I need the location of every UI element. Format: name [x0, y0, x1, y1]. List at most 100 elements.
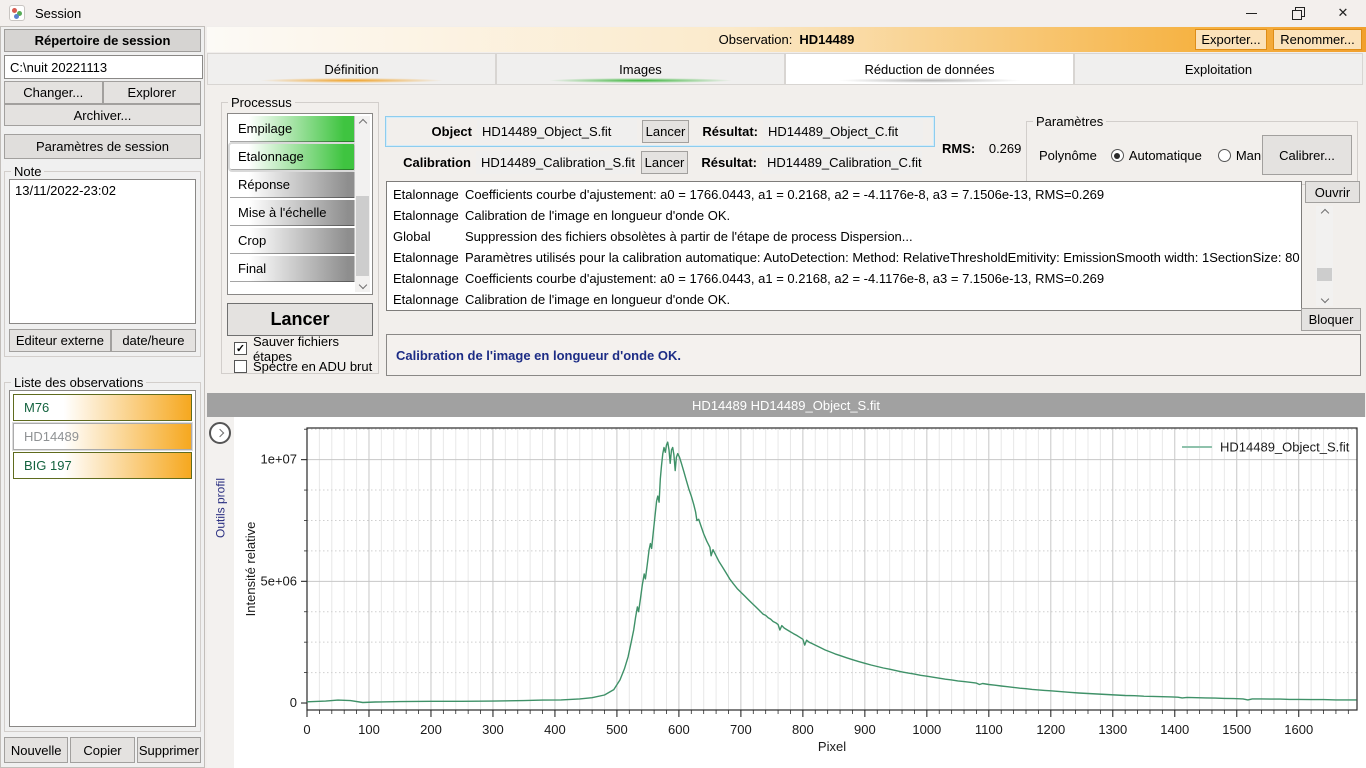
svg-text:0: 0: [290, 695, 297, 710]
scrollbar-thumb[interactable]: [356, 196, 369, 276]
process-item-empilage[interactable]: Empilage: [230, 116, 355, 142]
lancer-button[interactable]: Lancer: [227, 303, 373, 336]
checkbox-checked-icon[interactable]: ✓: [234, 342, 247, 355]
scrollbar-thumb[interactable]: [1317, 268, 1332, 281]
tools-label: Outils profil: [207, 453, 234, 563]
process-item-reponse[interactable]: Réponse: [230, 172, 355, 198]
radio-unselected-icon[interactable]: [1218, 149, 1231, 162]
observations-list: M76HD14489BIG 197: [9, 390, 196, 727]
log-category: Etalonnage: [387, 271, 465, 286]
expand-tools-button[interactable]: [209, 422, 231, 444]
observation-item-big-197[interactable]: BIG 197: [13, 452, 192, 479]
log-line: EtalonnageParamètres utilisés pour la ca…: [387, 247, 1301, 268]
rms-value: 0.269: [989, 141, 1022, 156]
process-item-crop[interactable]: Crop: [230, 228, 355, 254]
date-heure-button[interactable]: date/heure: [111, 329, 196, 352]
polynome-row: Polynôme AutomatiqueManuel: [1039, 148, 1257, 163]
source-file-field[interactable]: HD14489_Calibration_S.fit: [476, 151, 636, 174]
scroll-up-icon[interactable]: [1316, 206, 1333, 220]
svg-text:1000: 1000: [912, 722, 941, 737]
log-message: Paramètres utilisés pour la calibration …: [465, 250, 1301, 265]
chevron-right-icon: [216, 429, 224, 437]
tab-exploitation[interactable]: Exploitation: [1074, 53, 1363, 85]
spectrum-chart[interactable]: 0100200300400500600700800900100011001200…: [234, 417, 1366, 768]
process-item-final[interactable]: Final: [230, 256, 355, 282]
row-label: Calibration: [387, 155, 471, 170]
observation-value: HD14489: [799, 32, 854, 47]
log-line: EtalonnageCalibration de l'image en long…: [387, 205, 1301, 226]
log-message: Coefficients courbe d'ajustement: a0 = 1…: [465, 187, 1301, 202]
lancer-row-button[interactable]: Lancer: [641, 151, 688, 174]
supprimer-button[interactable]: Supprimer: [137, 737, 201, 763]
scroll-up-icon[interactable]: [355, 116, 370, 130]
ouvrir-button[interactable]: Ouvrir: [1305, 181, 1360, 203]
svg-text:HD14489_Object_S.fit: HD14489_Object_S.fit: [1220, 440, 1350, 455]
processus-label: Processus: [228, 95, 295, 110]
tab-reduction-de-donnees[interactable]: Réduction de données: [785, 53, 1074, 85]
tab-images[interactable]: Images: [496, 53, 785, 85]
scroll-down-icon[interactable]: [355, 278, 370, 292]
restore-icon: [1293, 9, 1302, 18]
tab-glow: [838, 78, 1022, 83]
result-label: Résultat:: [694, 124, 758, 139]
app-window: Session ✕ Répertoire de session Changer.…: [0, 0, 1366, 768]
process-item-mise-a-l-echelle[interactable]: Mise à l'échelle: [230, 200, 355, 226]
tab-label: Réduction de données: [864, 62, 994, 77]
radio-option-automatique[interactable]: Automatique: [1111, 148, 1202, 163]
restore-button[interactable]: [1274, 0, 1320, 26]
editeur-externe-button[interactable]: Editeur externe: [9, 329, 111, 352]
parametres-session-button[interactable]: Paramètres de session: [4, 134, 201, 159]
svg-text:1600: 1600: [1284, 722, 1313, 737]
log-message: Suppression des fichiers obsolètes à par…: [465, 229, 1301, 244]
tab-label: Exploitation: [1185, 62, 1252, 77]
log-category: Etalonnage: [387, 208, 465, 223]
app-icon: [9, 5, 25, 21]
svg-text:1400: 1400: [1160, 722, 1189, 737]
titlebar: Session ✕: [0, 0, 1366, 26]
svg-text:600: 600: [668, 722, 690, 737]
sidebar-header: Répertoire de session: [4, 29, 201, 52]
session-sidebar: Répertoire de session Changer... Explore…: [0, 26, 205, 768]
svg-text:900: 900: [854, 722, 876, 737]
close-button[interactable]: ✕: [1320, 0, 1366, 26]
copier-button[interactable]: Copier: [70, 737, 134, 763]
note-textarea[interactable]: 13/11/2022-23:02: [9, 179, 196, 324]
checkbox-unchecked-icon[interactable]: [234, 360, 247, 373]
profile-tools-strip: Outils profil: [207, 417, 234, 768]
exporter-button[interactable]: Exporter...: [1195, 29, 1267, 50]
checkbox-row-2[interactable]: Spectre en ADU brut: [234, 358, 372, 375]
radio-selected-icon[interactable]: [1111, 149, 1124, 162]
scroll-down-icon[interactable]: [1316, 292, 1333, 306]
nouvelle-button[interactable]: Nouvelle: [4, 737, 68, 763]
reduction-content: Processus EmpilageEtalonnageRéponseMise …: [207, 85, 1365, 393]
observation-item-hd14489[interactable]: HD14489: [13, 423, 192, 450]
log-line: EtalonnageCoefficients courbe d'ajusteme…: [387, 184, 1301, 205]
session-path-input[interactable]: [4, 55, 203, 79]
source-file-field[interactable]: HD14489_Object_S.fit: [477, 120, 637, 143]
svg-text:800: 800: [792, 722, 814, 737]
minimize-button[interactable]: [1228, 0, 1274, 26]
explorer-button[interactable]: Explorer: [103, 81, 202, 104]
archiver-button[interactable]: Archiver...: [4, 104, 201, 126]
processus-scrollbar[interactable]: [355, 116, 370, 292]
process-item-etalonnage[interactable]: Etalonnage: [230, 144, 355, 170]
result-file-field[interactable]: HD14489_Calibration_C.fit: [762, 151, 922, 174]
svg-text:Intensité relative: Intensité relative: [243, 522, 258, 617]
radio-dot: [1114, 153, 1120, 159]
log-scrollbar[interactable]: [1316, 206, 1333, 306]
changer-button[interactable]: Changer...: [4, 81, 103, 104]
log-category: Etalonnage: [387, 292, 465, 307]
calibrer-button[interactable]: Calibrer...: [1262, 135, 1352, 175]
observation-item-m76[interactable]: M76: [13, 394, 192, 421]
bloquer-button[interactable]: Bloquer: [1301, 308, 1361, 331]
lancer-row-button[interactable]: Lancer: [642, 120, 689, 143]
window-controls: ✕: [1228, 0, 1366, 26]
result-file-field[interactable]: HD14489_Object_C.fit: [763, 120, 923, 143]
tab-definition[interactable]: Définition: [207, 53, 496, 85]
result-label: Résultat:: [693, 155, 757, 170]
renommer-button[interactable]: Renommer...: [1273, 29, 1362, 50]
observation-bar: Observation: HD14489 Exporter... Renomme…: [207, 27, 1366, 52]
log-line: EtalonnageCoefficients courbe d'ajusteme…: [387, 268, 1301, 289]
observation-label: Observation:: [719, 32, 793, 47]
checkbox-row-1[interactable]: ✓Sauver fichiers étapes: [234, 340, 378, 357]
